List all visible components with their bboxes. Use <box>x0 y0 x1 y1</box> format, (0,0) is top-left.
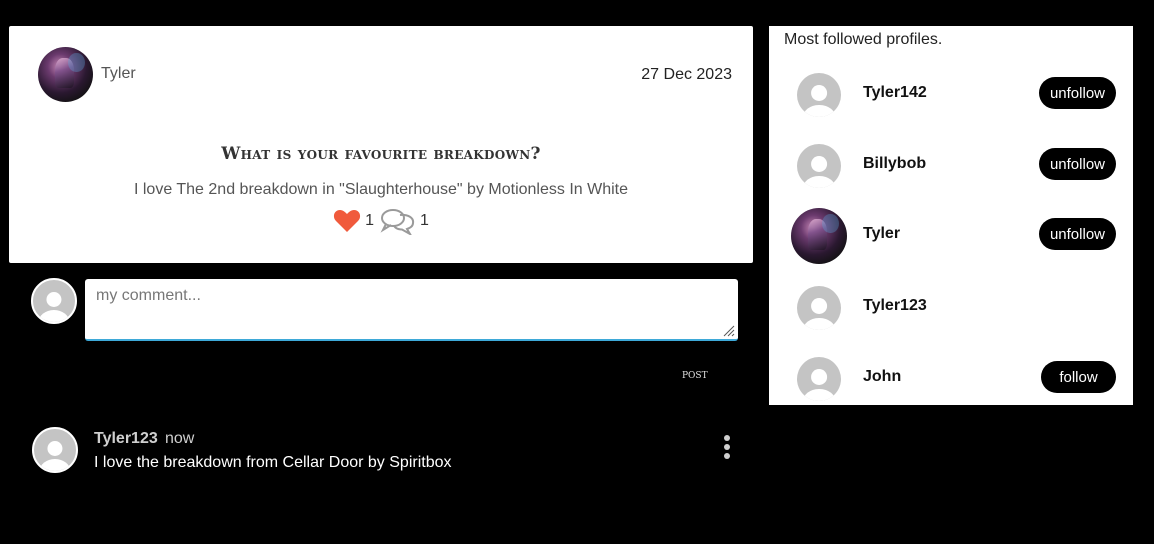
like-count: 1 <box>365 212 374 229</box>
profile-name[interactable]: Billybob <box>863 155 926 173</box>
comment-text: I love the breakdown from Cellar Door by… <box>94 454 452 471</box>
profile-avatar[interactable] <box>791 208 847 264</box>
profile-row: Tyler123 <box>769 280 1133 340</box>
comment-time: now <box>165 430 195 447</box>
profile-row: Tyler unfollow <box>769 208 1133 268</box>
comment-input[interactable] <box>85 279 738 341</box>
post-author-name[interactable]: Tyler <box>101 65 136 83</box>
profile-name[interactable]: John <box>863 368 901 386</box>
profile-avatar[interactable] <box>797 357 841 401</box>
post-comment-button[interactable]: post <box>676 365 714 384</box>
post-author-avatar[interactable] <box>38 47 93 102</box>
profile-name[interactable]: Tyler142 <box>863 84 927 102</box>
post-body: I love The 2nd breakdown in "Slaughterho… <box>133 181 628 198</box>
profile-row: Tyler142 unfollow <box>769 67 1133 127</box>
post-date: 27 Dec 2023 <box>641 66 732 83</box>
profile-avatar[interactable] <box>797 144 841 188</box>
panel-heading: Most followed profiles. <box>784 31 943 48</box>
post-card: Tyler 27 Dec 2023 What is your favourite… <box>9 26 753 263</box>
like-stat[interactable]: 1 <box>333 209 374 233</box>
more-options-icon[interactable] <box>716 432 738 462</box>
profile-row: Billybob unfollow <box>769 138 1133 198</box>
unfollow-button[interactable]: unfollow <box>1038 77 1116 109</box>
page: Tyler 27 Dec 2023 What is your favourite… <box>0 0 1154 544</box>
follow-button[interactable]: follow <box>1041 361 1116 393</box>
profile-avatar[interactable] <box>797 286 841 330</box>
comment-author[interactable]: Tyler123 <box>94 430 158 448</box>
comment-stat[interactable]: 1 <box>380 207 429 235</box>
profile-name[interactable]: Tyler <box>863 225 900 243</box>
profile-row: John follow <box>769 351 1133 411</box>
profile-avatar[interactable] <box>797 73 841 117</box>
unfollow-button[interactable]: unfollow <box>1038 148 1116 180</box>
composer-avatar <box>31 278 77 324</box>
post-stats: 1 1 <box>9 207 753 235</box>
unfollow-button[interactable]: unfollow <box>1038 218 1116 250</box>
post-title: What is your favourite breakdown? <box>221 144 541 164</box>
comment-count: 1 <box>420 212 429 229</box>
heart-icon[interactable] <box>333 209 361 233</box>
resize-grip-icon[interactable] <box>723 325 735 337</box>
comment-avatar[interactable] <box>32 427 78 473</box>
profile-name[interactable]: Tyler123 <box>863 297 927 315</box>
most-followed-panel: Most followed profiles. Tyler142 unfollo… <box>769 26 1133 405</box>
speech-bubbles-icon[interactable] <box>380 207 416 235</box>
